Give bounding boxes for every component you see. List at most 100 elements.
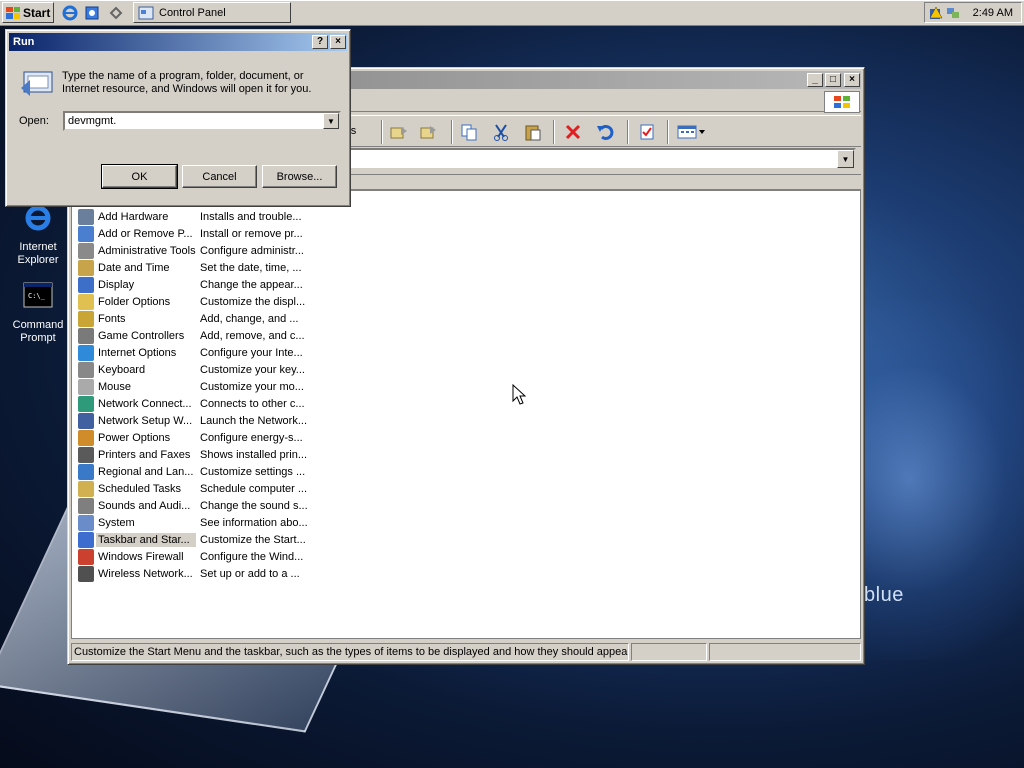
run-titlebar[interactable]: Run ? × <box>9 33 347 51</box>
control-panel-item-icon <box>78 446 94 463</box>
mouse-cursor-icon <box>512 384 526 405</box>
item-description: Add, remove, and c... <box>200 329 305 342</box>
list-item[interactable]: Mouse Customize your mo... <box>78 378 312 395</box>
undo-icon[interactable] <box>593 120 617 144</box>
start-button[interactable]: Start <box>2 2 54 23</box>
list-item[interactable]: Scheduled Tasks Schedule computer ... <box>78 480 312 497</box>
clock[interactable]: 2:49 AM <box>973 7 1021 19</box>
list-item[interactable]: Power Options Configure energy-s... <box>78 429 312 446</box>
open-combobox[interactable]: devmgmt. ▼ <box>63 111 341 131</box>
windows-flag-icon <box>6 6 20 19</box>
taskbar-button-control-panel[interactable]: Control Panel <box>133 2 291 23</box>
copy-to-icon[interactable] <box>417 120 441 144</box>
views-icon[interactable] <box>675 120 709 144</box>
maximize-button[interactable]: □ <box>825 73 841 87</box>
control-panel-item-icon <box>78 378 94 395</box>
quicklaunch-media-icon[interactable] <box>107 4 125 22</box>
item-description: Set up or add to a ... <box>200 567 300 580</box>
status-pane <box>631 643 707 661</box>
item-name: Date and Time <box>98 261 170 274</box>
delete-icon[interactable] <box>561 120 585 144</box>
item-description: Customize the Start... <box>200 533 306 546</box>
control-panel-icon <box>138 6 154 19</box>
taskbar-button-label: Control Panel <box>159 6 226 19</box>
item-name: Scheduled Tasks <box>98 482 181 495</box>
open-input-value[interactable]: devmgmt. <box>68 115 116 127</box>
item-name: Windows Firewall <box>98 550 184 563</box>
control-panel-item-list: Add Hardware Installs and trouble... Add o… <box>71 190 861 639</box>
desktop-icon-label: Internet Explorer <box>17 241 59 266</box>
item-name: Power Options <box>98 431 171 444</box>
list-item[interactable]: Regional and Lan... Customize settings ..… <box>78 463 312 480</box>
control-panel-item-icon <box>78 242 94 259</box>
list-item[interactable]: Folder Options Customize the displ... <box>78 293 312 310</box>
item-description: Shows installed prin... <box>200 448 307 461</box>
item-description: Customize your mo... <box>200 380 304 393</box>
item-name: Sounds and Audi... <box>98 499 191 512</box>
list-item[interactable]: Date and Time Set the date, time, ... <box>78 259 312 276</box>
list-item[interactable]: Display Change the appear... <box>78 276 312 293</box>
svg-text:C:\_: C:\_ <box>28 292 46 300</box>
control-panel-item-icon <box>78 344 94 361</box>
windows-logo-icon <box>824 91 860 113</box>
item-description: Configure your Inte... <box>200 346 303 359</box>
list-item[interactable]: Windows Firewall Configure the Wind... <box>78 548 312 565</box>
ok-button[interactable]: OK <box>101 164 178 189</box>
list-item[interactable]: Network Setup W... Launch the Network... <box>78 412 312 429</box>
list-item[interactable]: Internet Options Configure your Inte... <box>78 344 312 361</box>
list-item[interactable]: Administrative Tools Configure administr.… <box>78 242 312 259</box>
browse-button[interactable]: Browse... <box>262 165 337 188</box>
list-item[interactable]: Sounds and Audi... Change the sound s... <box>78 497 312 514</box>
wallpaper-fine-print <box>866 608 976 617</box>
control-panel-item-icon <box>78 463 94 480</box>
item-description: Add, change, and ... <box>200 312 299 325</box>
item-description: Launch the Network... <box>200 414 308 427</box>
toolbar-separator <box>667 120 669 144</box>
control-panel-item-icon <box>78 531 94 548</box>
cancel-button[interactable]: Cancel <box>182 165 257 188</box>
list-item[interactable]: Printers and Faxes Shows installed prin..… <box>78 446 312 463</box>
control-panel-item-icon <box>78 412 94 429</box>
copy-icon[interactable] <box>457 120 481 144</box>
toolbar-separator <box>381 120 383 144</box>
list-item[interactable]: Game Controllers Add, remove, and c... <box>78 327 312 344</box>
help-button[interactable]: ? <box>312 35 328 49</box>
list-item[interactable]: Keyboard Customize your key... <box>78 361 312 378</box>
control-panel-item-icon <box>78 310 94 327</box>
run-title: Run <box>13 36 35 48</box>
status-bar: Customize the Start Menu and the taskbar… <box>71 643 861 661</box>
list-item[interactable]: Wireless Network... Set up or add to a ..… <box>78 565 312 582</box>
control-panel-item-icon <box>78 395 94 412</box>
move-to-icon[interactable] <box>387 120 411 144</box>
network-tray-icon[interactable] <box>946 6 960 20</box>
quicklaunch-ie-icon[interactable] <box>61 4 79 22</box>
list-item[interactable]: Taskbar and Star... Customize the Start..… <box>78 531 312 548</box>
control-panel-item-icon <box>78 565 94 582</box>
close-button[interactable]: × <box>844 73 860 87</box>
toolbar-separator <box>627 120 629 144</box>
system-tray: 2:49 AM <box>924 2 1022 23</box>
minimize-button[interactable]: _ <box>807 73 823 87</box>
item-name: Network Connect... <box>98 397 192 410</box>
properties-icon[interactable] <box>635 120 659 144</box>
open-dropdown-arrow-icon[interactable]: ▼ <box>323 113 339 129</box>
command-prompt-icon: C:\_ <box>23 282 53 308</box>
list-item[interactable]: Add Hardware Installs and trouble... <box>78 208 312 225</box>
list-item[interactable]: System See information abo... <box>78 514 312 531</box>
desktop-icon-command-prompt[interactable]: C:\_ Command Prompt <box>3 280 73 345</box>
address-dropdown-arrow-icon[interactable]: ▼ <box>837 150 854 168</box>
desktop-icon-internet-explorer[interactable]: Internet Explorer <box>3 202 73 267</box>
close-button[interactable]: × <box>330 35 346 49</box>
item-name: Add Hardware <box>98 210 169 223</box>
cut-icon[interactable] <box>489 120 513 144</box>
list-item[interactable]: Fonts Add, change, and ... <box>78 310 312 327</box>
list-item[interactable]: Network Connect... Connects to other c... <box>78 395 312 412</box>
security-alert-icon[interactable] <box>929 5 943 20</box>
paste-icon[interactable] <box>521 120 545 144</box>
item-name: Printers and Faxes <box>98 448 191 461</box>
address-bar[interactable]: ▼ <box>348 148 856 170</box>
list-item[interactable]: Add or Remove P... Install or remove pr..… <box>78 225 312 242</box>
item-description: Change the sound s... <box>200 499 308 512</box>
quicklaunch-desktop-icon[interactable] <box>83 4 101 22</box>
start-label: Start <box>23 5 51 20</box>
